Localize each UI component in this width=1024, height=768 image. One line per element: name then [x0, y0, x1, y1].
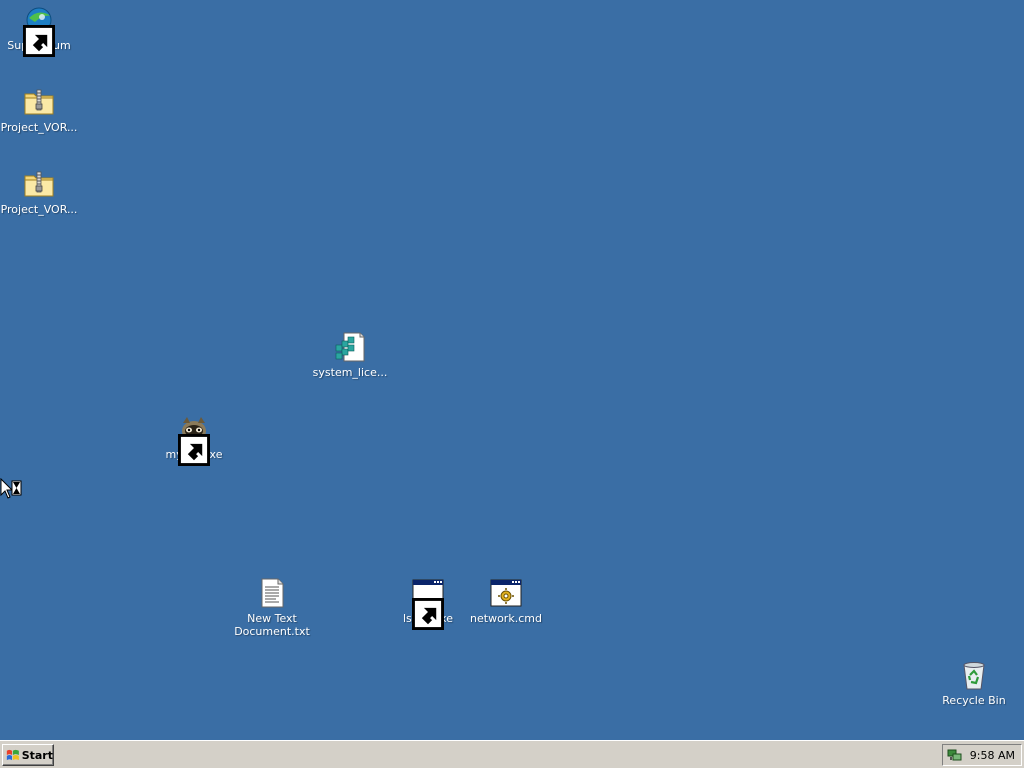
desktop-icon-label: system_lice... — [312, 366, 388, 379]
desktop-icon-recycle-bin[interactable]: Recycle Bin — [935, 659, 1013, 707]
zip-folder-icon — [23, 168, 55, 200]
clock[interactable]: 9:58 AM — [970, 749, 1015, 762]
batch-file-icon — [490, 577, 522, 609]
mypal-raccoon-icon — [178, 413, 210, 466]
desktop-icon-new-text-document[interactable]: New Text Document.txt — [233, 577, 311, 638]
desktop-icon-label: network.cmd — [470, 612, 542, 625]
desktop-icon-label: Project_VOR... — [0, 121, 78, 134]
system-tray: 9:58 AM — [942, 744, 1022, 766]
desktop-icon-supermium[interactable]: Supermium — [0, 4, 78, 57]
start-button[interactable]: Start — [2, 744, 54, 766]
busy-arrow-cursor-icon — [0, 477, 24, 500]
zip-folder-icon — [23, 86, 55, 118]
network-tray-icon[interactable] — [947, 747, 963, 763]
desktop-icon-project-vor-2[interactable]: Project_VOR... — [0, 168, 78, 216]
shortcut-arrow-icon — [178, 434, 210, 466]
desktop[interactable]: Supermium Project_VOR... — [0, 0, 1024, 740]
desktop-icon-label: Project_VOR... — [0, 203, 78, 216]
desktop-icon-mypal[interactable]: mypal.exe — [155, 413, 233, 466]
desktop-icon-label: New Text Document.txt — [234, 612, 310, 638]
shortcut-arrow-icon — [412, 598, 444, 630]
recycle-bin-icon — [958, 659, 990, 691]
desktop-icon-lsass[interactable]: lsass.exe — [389, 577, 467, 630]
taskbar: Start 9:58 AM — [0, 740, 1024, 768]
windows-logo-icon — [6, 749, 19, 761]
text-document-icon — [256, 577, 288, 609]
application-window-icon — [412, 577, 444, 630]
start-label: Start — [21, 748, 53, 762]
supermium-browser-icon — [23, 4, 55, 57]
shortcut-arrow-icon — [23, 25, 55, 57]
desktop-icon-network-cmd[interactable]: network.cmd — [467, 577, 545, 625]
desktop-icon-system-license[interactable]: system_lice... — [311, 331, 389, 379]
desktop-icon-label: Recycle Bin — [942, 694, 1006, 707]
desktop-icon-project-vor-1[interactable]: Project_VOR... — [0, 86, 78, 134]
registry-file-icon — [334, 331, 366, 363]
